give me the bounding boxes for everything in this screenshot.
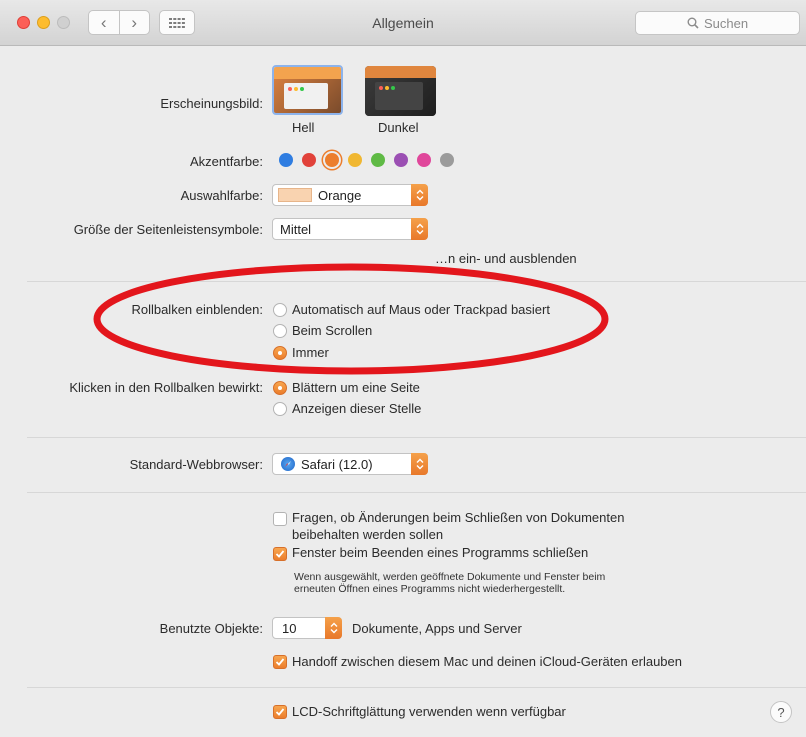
scrollbars-always-radio[interactable] [273, 346, 287, 360]
default-browser-label: Standard-Webbrowser: [129, 457, 263, 472]
popup-arrows-icon [325, 617, 342, 639]
sidebar-icon-size-value: Mittel [280, 221, 312, 237]
scroll-click-page-radio[interactable] [273, 381, 287, 395]
ask-keep-changes-label-line1: Fragen, ob Änderungen beim Schließen von… [292, 510, 625, 525]
scrollbars-scrolling-radio[interactable] [273, 324, 287, 338]
appearance-light-label: Hell [292, 120, 315, 135]
titlebar: ‹ › Allgemein Suchen [0, 0, 806, 46]
accent-color-label: Akzentfarbe: [190, 154, 263, 169]
ask-keep-changes-label-line2: beibehalten werden sollen [292, 527, 444, 542]
close-windows-note-line1: Wenn ausgewählt, werden geöffnete Dokume… [294, 571, 606, 583]
scrollbars-always-label: Immer [292, 345, 329, 360]
popup-arrows-icon [411, 453, 428, 475]
default-browser-popup[interactable]: Safari (12.0) [272, 453, 428, 475]
highlight-color-value: Orange [318, 187, 362, 203]
scrollbars-auto-radio[interactable] [273, 303, 287, 317]
appearance-light-option[interactable] [272, 65, 343, 115]
divider [27, 687, 806, 688]
ask-keep-changes-checkbox[interactable] [273, 512, 287, 526]
highlight-color-popup[interactable]: Orange [272, 184, 428, 206]
popup-arrows-icon [411, 218, 428, 240]
default-browser-value: Safari (12.0) [301, 456, 373, 472]
popup-arrows-icon [411, 184, 428, 206]
safari-icon [281, 457, 295, 471]
accent-color-swatch[interactable] [302, 153, 316, 167]
sidebar-icon-size-popup[interactable]: Mittel [272, 218, 428, 240]
close-windows-note-line2: erneuten Öffnen eines Programms nicht wi… [294, 583, 566, 595]
accent-color-swatch[interactable] [417, 153, 431, 167]
highlight-swatch [278, 188, 312, 202]
divider [27, 492, 806, 493]
scrollbars-auto-label: Automatisch auf Maus oder Trackpad basie… [292, 302, 550, 317]
search-field[interactable]: Suchen [635, 11, 800, 35]
checkmark-icon [275, 550, 285, 558]
recent-items-label: Benutzte Objekte: [159, 621, 263, 636]
recent-items-popup[interactable]: 10 [272, 617, 342, 639]
scrollbars-label: Rollbalken einblenden: [131, 302, 263, 317]
accent-color-swatch[interactable] [348, 153, 362, 167]
close-windows-label: Fenster beim Beenden eines Programms sch… [292, 545, 589, 560]
accent-color-swatch[interactable] [440, 153, 454, 167]
accent-color-swatch[interactable] [279, 153, 293, 167]
search-icon [687, 17, 699, 29]
sidebar-icon-size-label: Größe der Seitenleistensymbole: [73, 222, 263, 237]
accent-color-swatch[interactable] [394, 153, 408, 167]
recent-items-value: 10 [282, 620, 297, 636]
accent-color-swatch[interactable] [371, 153, 385, 167]
checkmark-icon [275, 708, 285, 716]
scroll-click-spot-radio[interactable] [273, 402, 287, 416]
highlight-color-label: Auswahlfarbe: [180, 188, 263, 203]
appearance-dark-option[interactable] [365, 66, 436, 116]
recent-items-suffix: Dokumente, Apps und Server [352, 621, 522, 636]
appearance-label: Erscheinungsbild: [160, 96, 263, 111]
divider [27, 281, 806, 282]
scroll-click-label: Klicken in den Rollbalken bewirkt: [69, 380, 263, 395]
divider [27, 437, 806, 438]
scrollbars-scrolling-label: Beim Scrollen [292, 323, 373, 338]
scroll-click-page-label: Blättern um eine Seite [292, 380, 420, 395]
preferences-window: ‹ › Allgemein Suchen Erscheinungsbild: H [0, 0, 806, 737]
help-button[interactable]: ? [770, 701, 792, 723]
close-windows-checkbox[interactable] [273, 547, 287, 561]
handoff-label: Handoff zwischen diesem Mac und deinen i… [292, 654, 682, 669]
handoff-checkbox[interactable] [273, 655, 287, 669]
search-placeholder: Suchen [703, 15, 749, 31]
checkmark-icon [275, 658, 285, 666]
menubar-hide-text: …n ein- und ausblenden [435, 251, 577, 266]
accent-color-swatch[interactable] [325, 153, 339, 167]
annotation-ellipse [93, 263, 609, 375]
lcd-smoothing-checkbox[interactable] [273, 705, 287, 719]
appearance-dark-label: Dunkel [378, 120, 419, 135]
lcd-smoothing-label: LCD-Schriftglättung verwenden wenn verfü… [292, 704, 566, 719]
scroll-click-spot-label: Anzeigen dieser Stelle [292, 401, 422, 416]
